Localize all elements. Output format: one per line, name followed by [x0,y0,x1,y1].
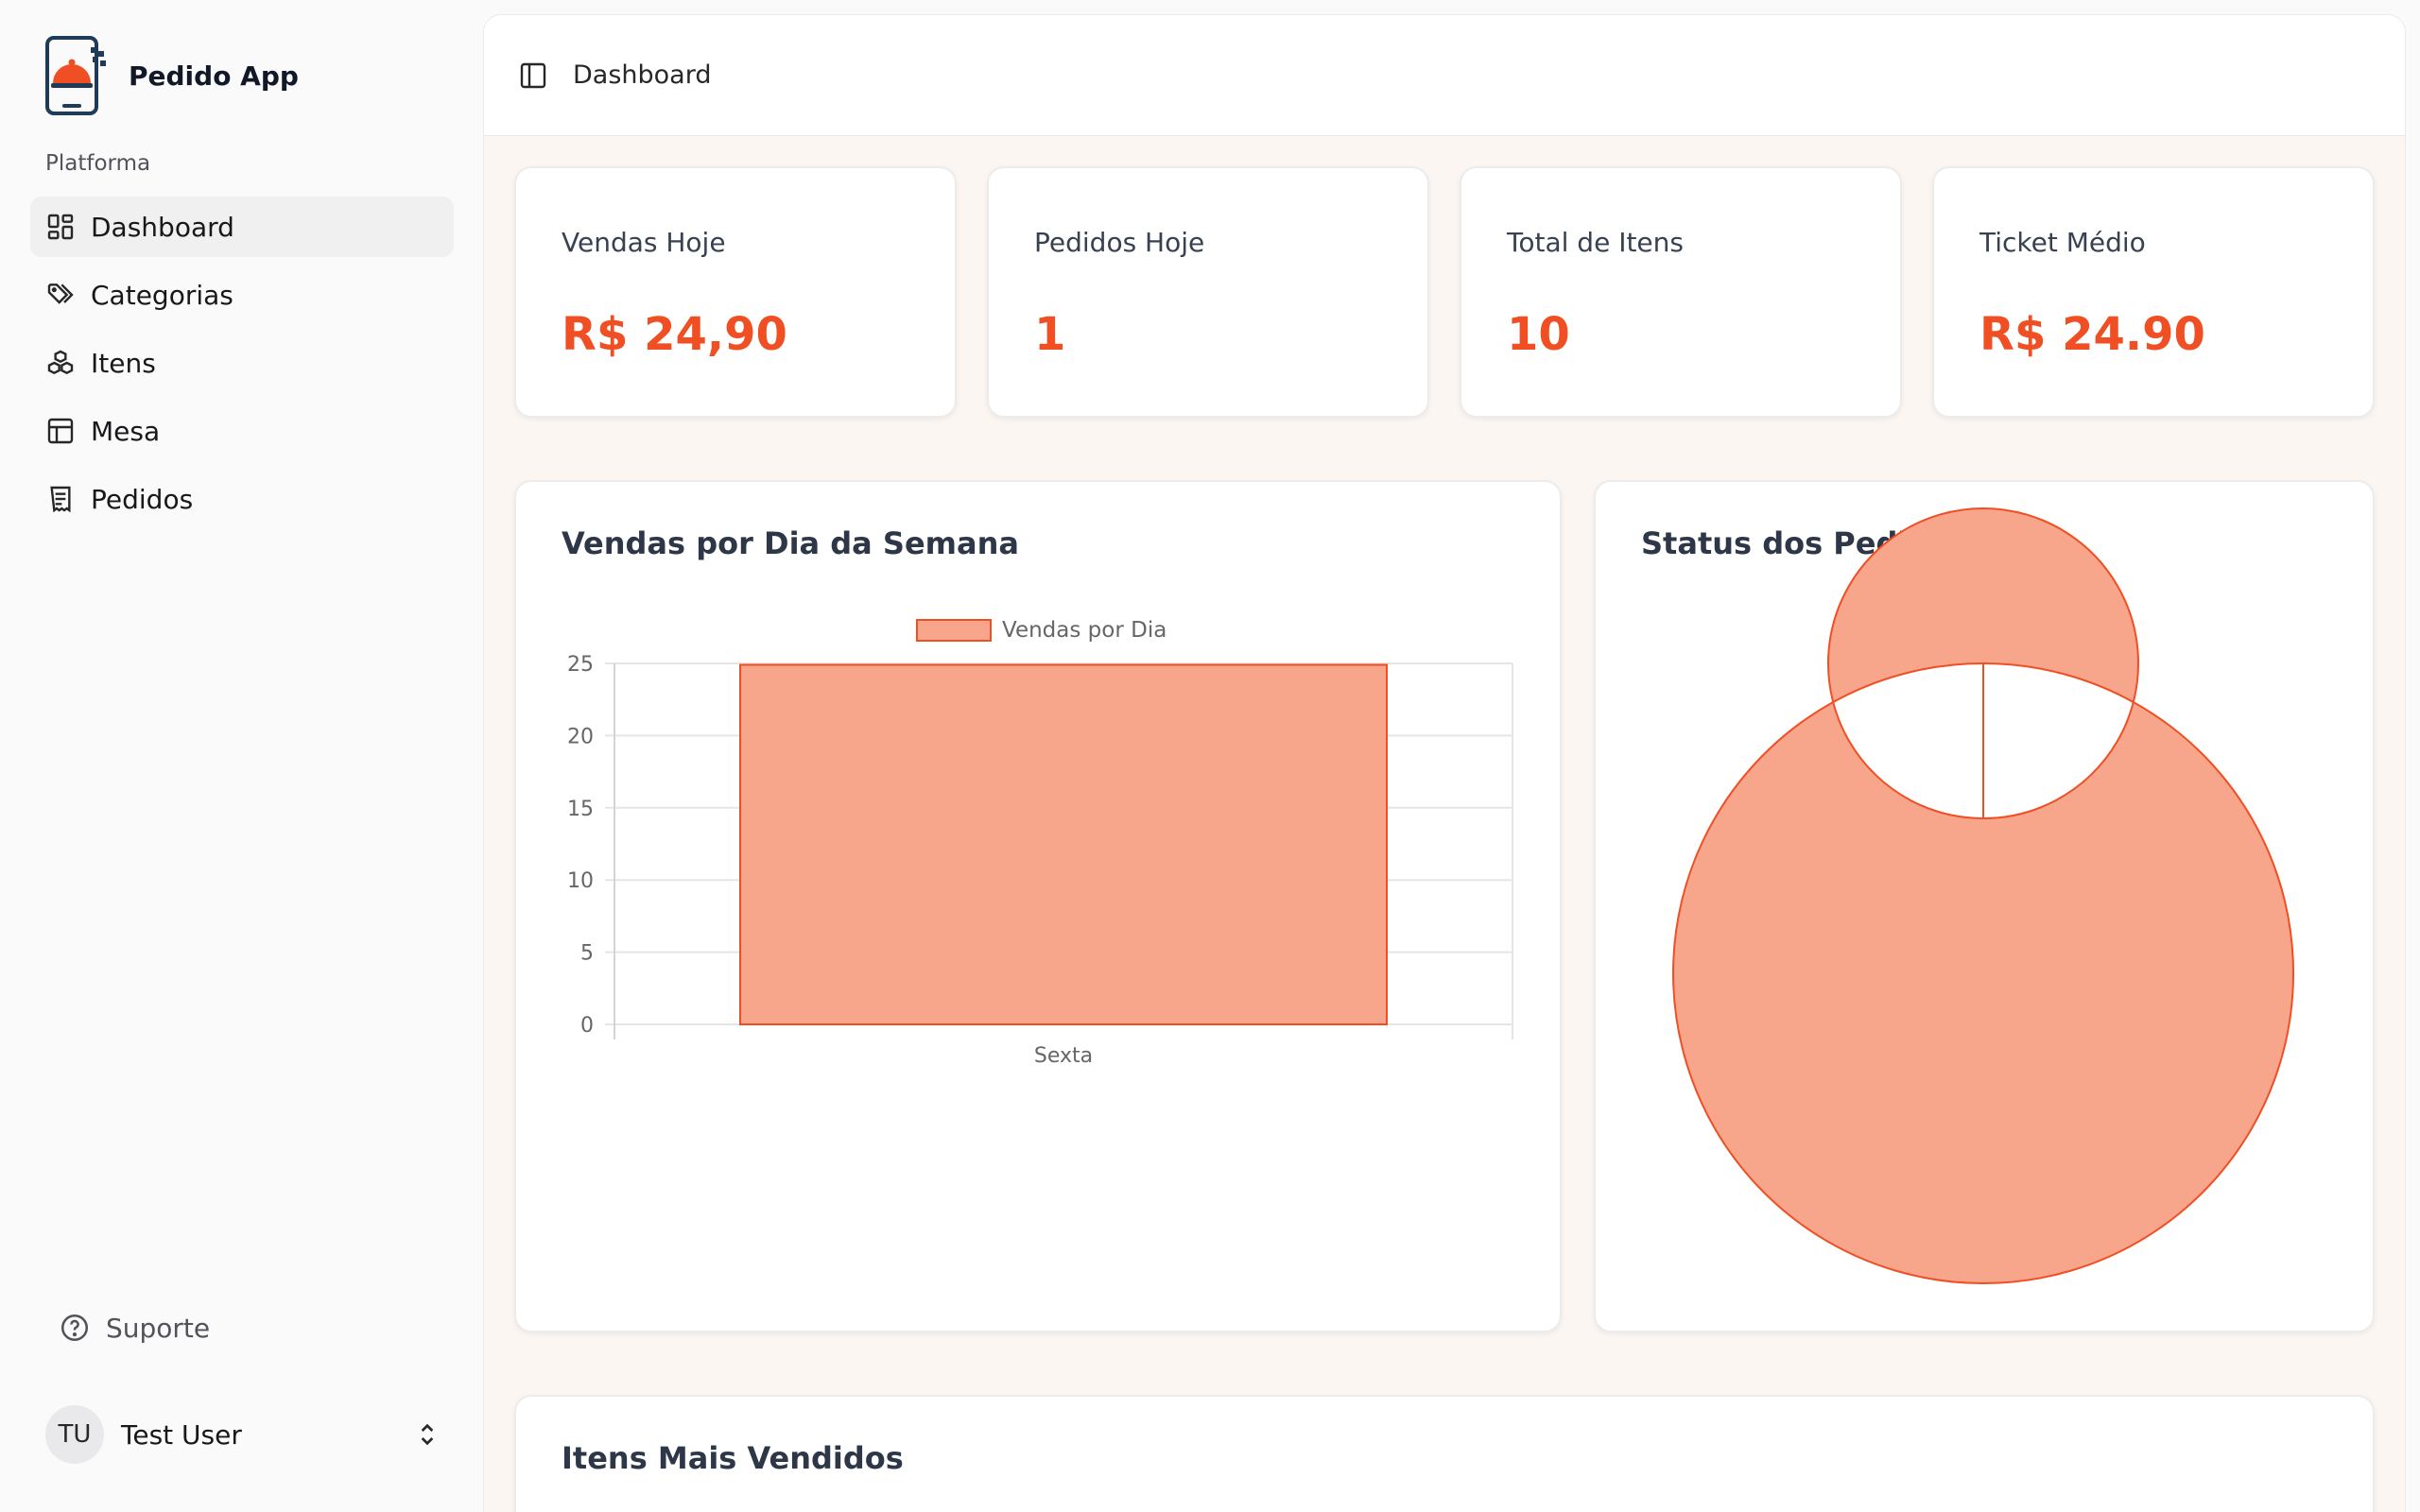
top-items-card: Itens Mais Vendidos [514,1395,2375,1512]
bar [739,663,1388,1025]
x-tick-label: Sexta [1034,1044,1093,1068]
sidebar-item-categorias[interactable]: Categorias [30,265,454,325]
stat-label: Ticket Médio [1979,227,2146,258]
sidebar-item-dashboard[interactable]: Dashboard [30,197,454,257]
y-tick-label: 10 [567,869,594,893]
support-label: Suporte [106,1312,211,1344]
sidebar: Pedido App Platforma Dashboard Categoria… [0,0,484,1512]
stat-value: R$ 24,90 [562,308,787,361]
boxes-icon [47,350,74,375]
y-tick-label: 15 [567,798,594,821]
app-name: Pedido App [129,60,299,92]
main-content: Dashboard Vendas Hoje R$ 24,90 Pedidos H… [484,15,2405,1512]
sidebar-nav: Dashboard Categorias Itens Mesa Pedidos [30,197,454,537]
chevrons-up-down-icon [421,1423,434,1446]
stat-label: Vendas Hoje [562,227,726,258]
stat-value: 1 [1034,308,1066,361]
table-icon [47,418,74,444]
user-name: Test User [121,1418,242,1451]
sidebar-item-pedidos[interactable]: Pedidos [30,469,454,529]
tags-icon [47,284,74,304]
brand[interactable]: Pedido App [43,34,299,117]
user-menu[interactable]: TU Test User [45,1404,442,1465]
pie-slice [1672,507,2294,1284]
stat-value: R$ 24.90 [1979,308,2205,361]
top-items-title: Itens Mais Vendidos [562,1440,904,1476]
sidebar-toggle-icon[interactable] [518,60,548,91]
y-tick-label: 20 [567,725,594,748]
stat-label: Pedidos Hoje [1034,227,1205,258]
y-tick-label: 0 [580,1014,594,1038]
avatar: TU [45,1405,104,1464]
support-link[interactable]: Suporte [59,1312,210,1344]
stat-label: Total de Itens [1507,227,1684,258]
stat-value: 10 [1507,308,1570,361]
sidebar-group-label: Platforma [45,151,151,176]
sidebar-item-label: Mesa [91,415,161,447]
pie-chart-card: Status dos Pedidos Aguardando [1594,480,2375,1332]
receipt-icon [50,486,71,513]
y-tick-label: 25 [567,653,594,677]
sidebar-item-label: Itens [91,347,156,379]
legend-swatch [916,619,992,642]
stat-card-total-itens: Total de Itens 10 [1460,166,1902,418]
bar-chart-card: Vendas por Dia da Semana Vendas por Dia 0… [514,480,1562,1332]
sidebar-item-label: Categorias [91,279,233,311]
page-header: Dashboard [484,15,2405,136]
stat-card-ticket-medio: Ticket Médio R$ 24.90 [1932,166,2375,418]
help-circle-icon [60,1314,89,1342]
chart-legend: Vendas por Dia [916,618,1167,643]
legend-label: Vendas por Dia [1002,618,1167,643]
y-tick-label: 5 [580,942,594,966]
stat-card-pedidos-hoje: Pedidos Hoje 1 [987,166,1429,418]
app-logo-icon [45,36,106,115]
bar-chart: Vendas por Dia 0 5 10 15 20 25 Sexta [567,618,1513,1068]
sidebar-item-mesa[interactable]: Mesa [30,401,454,461]
pie-chart: Aguardando [1672,507,2294,1284]
sidebar-item-label: Pedidos [91,483,194,515]
stat-card-vendas-hoje: Vendas Hoje R$ 24,90 [514,166,957,418]
sidebar-item-itens[interactable]: Itens [30,333,454,393]
sidebar-item-label: Dashboard [91,211,234,243]
breadcrumb: Dashboard [573,60,712,90]
dashboard-icon [47,214,74,240]
